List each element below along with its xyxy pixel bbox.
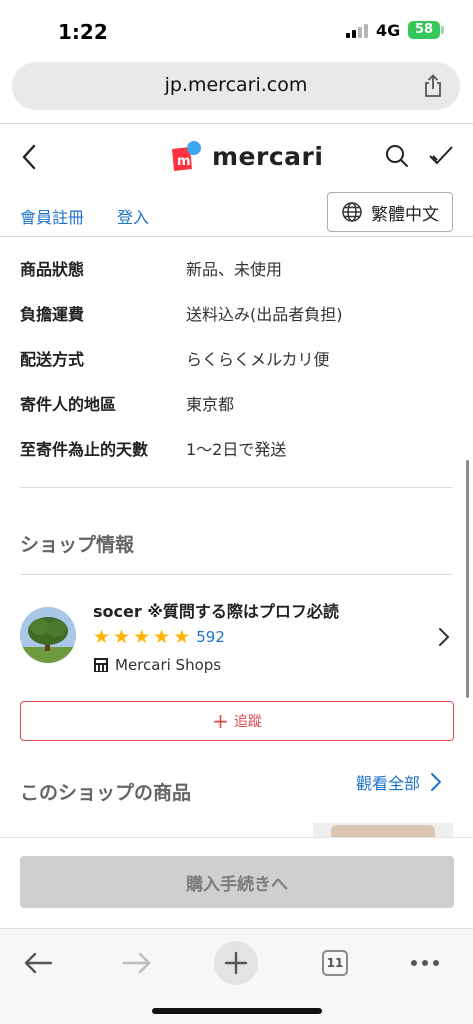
detail-value: 東京都 (186, 395, 235, 414)
todo-check-icon[interactable] (428, 144, 454, 168)
view-all-label: 觀看全部 (356, 774, 421, 793)
star-icon: ★ (153, 626, 171, 648)
detail-label: 配送方式 (20, 350, 85, 369)
view-all-link[interactable]: 觀看全部 (356, 770, 442, 794)
signal-icon (346, 24, 370, 38)
chevron-right-icon (431, 773, 442, 791)
detail-value: らくらくメルカリ便 (186, 350, 330, 369)
tabs-button[interactable]: 11 (313, 941, 357, 985)
new-tab-button[interactable] (214, 941, 258, 985)
detail-row: 至寄件為止的天數 1〜2日で発送 (20, 436, 460, 466)
purchase-button[interactable]: 購入手続きへ (20, 856, 454, 908)
detail-value: 新品、未使用 (186, 260, 283, 279)
arrow-right-icon (122, 952, 151, 974)
network-label: 4G (376, 21, 401, 40)
star-icon: ★ (133, 626, 151, 648)
battery-tip (441, 26, 444, 34)
tree-avatar-image (20, 607, 76, 663)
mercari-logo[interactable]: m mercari (168, 138, 323, 174)
share-icon[interactable] (422, 74, 444, 98)
scrollbar[interactable] (466, 460, 469, 698)
mercari-shops-label: Mercari Shops (115, 656, 222, 674)
shop-name[interactable]: socer ※質問する際はプロフ必読 (93, 598, 339, 622)
language-label: 繁體中文 (371, 204, 439, 225)
shop-info-title: ショップ情報 (20, 534, 135, 556)
status-bar: 1:22 4G 58 (0, 0, 473, 60)
star-icon: ★ (93, 626, 111, 648)
battery-icon: 58 (408, 21, 440, 39)
arrow-left-icon (24, 952, 53, 974)
shop-store-icon (94, 658, 108, 672)
mercari-header: m mercari (0, 124, 473, 186)
star-icon: ★ (113, 626, 131, 648)
more-button[interactable] (403, 941, 447, 985)
globe-icon (342, 202, 362, 222)
tab-count: 11 (322, 950, 348, 976)
svg-text:m: m (177, 154, 191, 169)
shop-products-title: このショップの商品 (20, 782, 192, 804)
language-button[interactable]: 繁體中文 (327, 192, 453, 232)
url-text: jp.mercari.com (164, 74, 308, 96)
detail-row: 商品狀態 新品、未使用 (20, 256, 460, 286)
product-image (331, 825, 435, 837)
follow-label: 追蹤 (233, 714, 262, 730)
detail-value: 送料込み(出品者負担) (186, 305, 343, 324)
shop-rating: ★ ★ ★ ★ ★ 592 (93, 627, 225, 647)
detail-label: 寄件人的地區 (20, 395, 117, 414)
more-dots-icon (411, 960, 439, 966)
header-divider (0, 236, 473, 237)
rating-count: 592 (196, 628, 225, 646)
mercari-shops-badge: Mercari Shops (93, 656, 221, 674)
detail-label: 至寄件為止的天數 (20, 440, 149, 459)
plus-circle (214, 941, 258, 985)
search-icon[interactable] (385, 144, 409, 168)
detail-label: 負擔運費 (20, 305, 85, 324)
status-time: 1:22 (58, 20, 108, 44)
plus-icon (224, 951, 248, 975)
browser-back-button[interactable] (16, 941, 60, 985)
detail-value: 1〜2日で発送 (186, 440, 287, 459)
plus-icon: + (212, 709, 229, 733)
buy-bar: 購入手続きへ (0, 837, 473, 927)
detail-label: 商品狀態 (20, 260, 85, 279)
login-link[interactable]: 登入 (117, 204, 149, 228)
register-link[interactable]: 會員註冊 (20, 204, 84, 228)
section-divider (20, 574, 453, 575)
detail-row: 負擔運費 送料込み(出品者負担) (20, 301, 460, 331)
follow-button[interactable]: + 追蹤 (20, 701, 454, 741)
section-divider (20, 487, 453, 488)
shop-avatar[interactable] (20, 607, 76, 663)
home-indicator (152, 1008, 322, 1014)
detail-row: 寄件人的地區 東京都 (20, 391, 460, 421)
auth-row: 會員註冊 登入 繁體中文 (0, 190, 473, 234)
back-arrow-icon[interactable] (20, 144, 38, 170)
browser-forward-button[interactable] (115, 941, 159, 985)
star-icon: ★ (173, 626, 191, 648)
product-thumbnail[interactable] (313, 823, 453, 837)
chevron-right-icon[interactable] (438, 627, 450, 647)
address-bar[interactable]: jp.mercari.com (12, 62, 460, 110)
detail-row: 配送方式 らくらくメルカリ便 (20, 346, 460, 376)
mercari-logo-icon: m (172, 141, 201, 171)
logo-text: mercari (212, 141, 324, 171)
